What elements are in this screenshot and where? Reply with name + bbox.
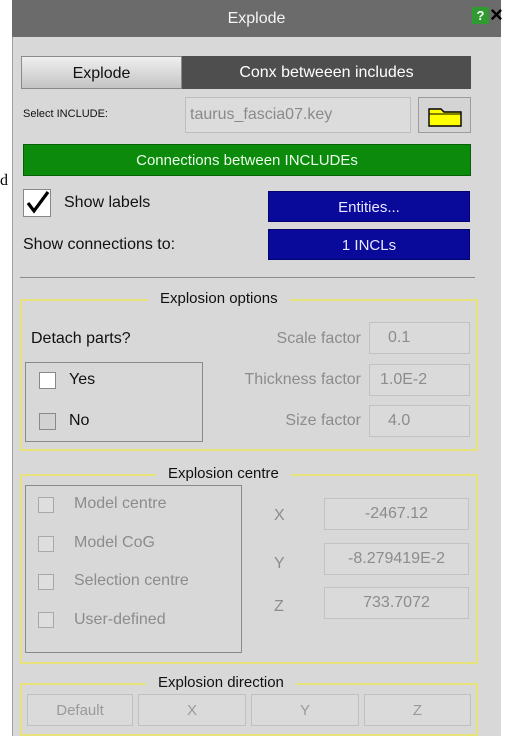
yes-checkbox[interactable]	[39, 372, 56, 389]
thickness-factor-field[interactable]: 1.0E-2	[369, 364, 470, 396]
explosion-options-title: Explosion options	[148, 290, 290, 307]
entities-button[interactable]: Entities...	[268, 191, 470, 222]
direction-x-button[interactable]: X	[138, 694, 246, 726]
stray-text: d	[0, 172, 8, 189]
y-label: Y	[274, 555, 285, 572]
z-coordinate-field[interactable]: 733.7072	[324, 587, 469, 619]
y-coordinate-field[interactable]: -8.279419E-2	[324, 543, 469, 575]
explosion-direction-title: Explosion direction	[146, 674, 296, 691]
show-connections-label: Show connections to:	[23, 236, 176, 253]
direction-z-button[interactable]: Z	[364, 694, 471, 726]
user-defined-label: User-defined	[74, 611, 166, 628]
size-factor-field[interactable]: 4.0	[369, 405, 470, 437]
direction-default-button[interactable]: Default	[27, 694, 133, 726]
no-checkbox[interactable]	[39, 413, 56, 430]
separator	[20, 277, 475, 278]
select-include-label: Select INCLUDE:	[23, 108, 108, 120]
size-factor-label: Size factor	[285, 412, 361, 429]
scale-factor-field[interactable]: 0.1	[369, 322, 470, 354]
scale-factor-label: Scale factor	[276, 330, 361, 347]
include-file-field[interactable]: taurus_fascia07.key	[185, 97, 411, 133]
folder-icon	[428, 108, 462, 127]
thickness-factor-label: Thickness factor	[244, 371, 361, 388]
yes-label: Yes	[69, 371, 96, 388]
checkmark-icon	[26, 191, 50, 214]
x-coordinate-field[interactable]: -2467.12	[324, 498, 469, 530]
model-centre-checkbox[interactable]	[38, 497, 54, 513]
explosion-centre-title: Explosion centre	[156, 465, 291, 482]
connections-between-includes-bar[interactable]: Connections between INCLUDEs	[23, 144, 471, 176]
tab-conx-between-includes[interactable]: Conx betweeen includes	[182, 56, 471, 89]
tab-explode[interactable]: Explode	[21, 56, 182, 89]
close-icon[interactable]: ×	[490, 2, 507, 28]
help-icon[interactable]: ?	[472, 7, 489, 24]
detach-parts-label: Detach parts?	[31, 330, 131, 347]
user-defined-checkbox[interactable]	[38, 612, 54, 628]
model-cog-label: Model CoG	[74, 534, 155, 551]
model-cog-checkbox[interactable]	[38, 536, 54, 552]
incls-button[interactable]: 1 INCLs	[268, 229, 470, 260]
model-centre-label: Model centre	[74, 495, 167, 512]
z-label: Z	[274, 598, 284, 615]
show-labels-label: Show labels	[64, 194, 151, 211]
selection-centre-checkbox[interactable]	[38, 574, 54, 590]
x-label: X	[274, 507, 285, 524]
show-labels-checkbox[interactable]	[23, 189, 51, 217]
selection-centre-label: Selection centre	[74, 572, 189, 589]
no-label: No	[69, 412, 90, 429]
window-title: Explode	[227, 10, 286, 27]
browse-folder-button[interactable]	[418, 97, 471, 133]
direction-y-button[interactable]: Y	[251, 694, 359, 726]
